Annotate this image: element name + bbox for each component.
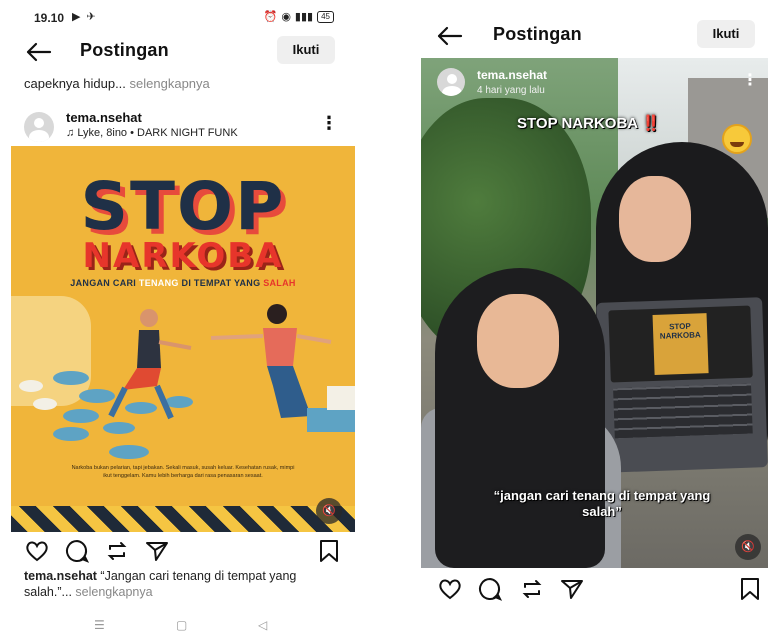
right-screen: Postingan Ikuti STOP NARKOBA tema.nsehat…: [421, 0, 768, 610]
share-icon[interactable]: [559, 576, 585, 602]
mute-icon[interactable]: 🔇: [316, 498, 342, 524]
more-icon[interactable]: ⋮: [742, 70, 758, 90]
menu-nav-icon[interactable]: ☰: [94, 618, 105, 632]
youtube-icon: ▶: [72, 11, 81, 23]
system-nav-bar: ☰ ▢ ◁: [0, 618, 364, 635]
alarm-icon: ⏰: [263, 11, 278, 23]
see-more-link[interactable]: selengkapnya: [130, 76, 210, 91]
follow-button[interactable]: Ikuti: [277, 36, 335, 64]
back-arrow-icon[interactable]: [435, 24, 463, 48]
post-image[interactable]: STOP NARKOBA JANGAN CARI TENANG DI TEMPA…: [11, 146, 355, 532]
repost-icon[interactable]: [519, 576, 545, 602]
battery-icon: 45: [317, 10, 334, 23]
post-username[interactable]: tema.nsehat: [66, 110, 142, 125]
avatar[interactable]: [437, 68, 465, 96]
hazard-stripe: [11, 506, 355, 532]
status-bar: 19.10 ▶ ✈ ⏰ ◉ ▮▮▮ 45: [0, 0, 364, 32]
more-icon[interactable]: ⋮: [320, 114, 338, 132]
heart-icon[interactable]: [24, 538, 50, 564]
laptop: STOP NARKOBA: [596, 297, 768, 473]
avatar[interactable]: [24, 112, 54, 142]
previous-post-caption: capeknya hidup... selengkapnya: [24, 76, 210, 91]
bookmark-icon[interactable]: [739, 576, 761, 602]
page-title: Postingan: [493, 24, 582, 44]
music-label[interactable]: ♫ Lyke, 8ino • DARK NIGHT FUNK: [66, 127, 238, 139]
emoji-sticker-icon: [722, 124, 752, 154]
repost-icon[interactable]: [104, 538, 130, 564]
mute-icon[interactable]: 🔇: [735, 534, 761, 560]
app-notification-icon: ✈: [86, 11, 96, 23]
post-timestamp: 4 hari yang lalu: [477, 85, 545, 96]
signal-icon: ▮▮▮: [294, 11, 314, 23]
back-arrow-icon[interactable]: [24, 40, 52, 64]
page-header: Postingan Ikuti: [421, 18, 768, 58]
left-screen: 19.10 ▶ ✈ ⏰ ◉ ▮▮▮ 45 Postingan Ikuti cap…: [0, 0, 364, 635]
video-quote: “jangan cari tenang di tempat yang salah…: [493, 488, 711, 519]
page-header: Postingan Ikuti: [0, 34, 364, 74]
comment-icon[interactable]: [477, 576, 503, 602]
status-time: 19.10: [34, 11, 65, 25]
post-actions: [24, 538, 344, 566]
caption-username[interactable]: tema.nsehat: [24, 569, 97, 583]
page-title: Postingan: [80, 40, 169, 60]
video-overlay-title: STOP NARKOBA ‼️: [517, 115, 661, 132]
music-icon: ♫: [66, 127, 78, 139]
post-actions: [437, 576, 767, 604]
see-more-link[interactable]: selengkapnya: [72, 585, 152, 599]
wifi-icon: ◉: [281, 11, 291, 23]
bookmark-icon[interactable]: [318, 538, 340, 564]
share-icon[interactable]: [144, 538, 170, 564]
back-nav-icon[interactable]: ◁: [258, 618, 267, 632]
post-caption: tema.nsehat “Jangan cari tenang di tempa…: [24, 569, 297, 599]
post-header: tema.nsehat ♫ Lyke, 8ino • DARK NIGHT FU…: [24, 110, 344, 146]
home-nav-icon[interactable]: ▢: [176, 618, 187, 632]
heart-icon[interactable]: [437, 576, 463, 602]
follow-button[interactable]: Ikuti: [697, 20, 755, 48]
post-video[interactable]: STOP NARKOBA tema.nsehat 4 hari yang lal…: [421, 58, 768, 568]
comment-icon[interactable]: [64, 538, 90, 564]
poster-body-text: Narkoba bukan pelarian, tapi jebakan. Se…: [71, 465, 295, 479]
post-username[interactable]: tema.nsehat: [477, 68, 547, 82]
